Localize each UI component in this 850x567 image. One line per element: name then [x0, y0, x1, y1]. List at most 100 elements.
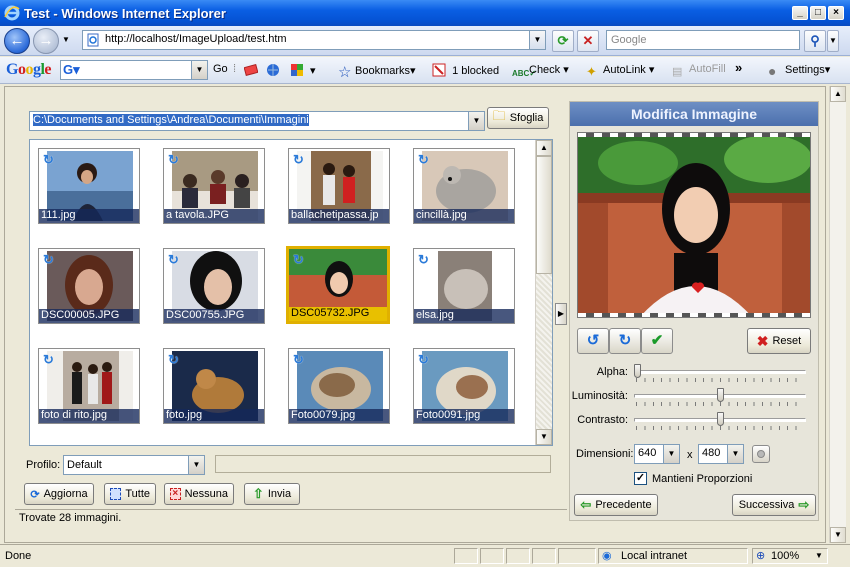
thumbnail-item[interactable]: ↻ Foto0091.jpg	[413, 348, 515, 424]
width-select[interactable]: 640 ▼	[634, 444, 680, 464]
rotate-right-button[interactable]: ↻	[609, 328, 641, 354]
stop-button[interactable]: ✕	[577, 30, 599, 52]
status-cell	[454, 548, 478, 564]
google-search-dropdown-icon[interactable]: ▼	[191, 61, 207, 79]
rotate-icon[interactable]: ↻	[293, 252, 304, 268]
gallery-scrollbar[interactable]: ▲ ▼	[535, 140, 552, 445]
contrast-slider-knob[interactable]	[716, 412, 724, 426]
zoom-dropdown-icon[interactable]: ▼	[815, 551, 823, 560]
search-button[interactable]: ⚲	[804, 30, 826, 52]
thumbnail-item[interactable]: ↻ a tavola.JPG	[163, 148, 265, 224]
rotate-icon[interactable]: ↻	[168, 352, 179, 368]
gallery-scroll-thumb[interactable]	[536, 156, 552, 274]
toolbar-news-icon[interactable]	[244, 63, 261, 77]
alpha-slider-knob[interactable]	[634, 364, 641, 378]
url-dropdown-icon[interactable]: ▼	[529, 31, 545, 49]
page-scrollbar[interactable]: ▲ ▼	[829, 86, 846, 543]
height-dropdown-icon[interactable]: ▼	[727, 445, 743, 463]
keep-proportions-checkbox[interactable]: ✓	[634, 472, 647, 485]
settings-button[interactable]: ● Settings▾	[768, 63, 830, 79]
folder-path-dropdown-icon[interactable]: ▼	[468, 112, 484, 130]
url-input[interactable]: http://localhost/ImageUpload/test.htm ▼	[82, 30, 546, 50]
maximize-button[interactable]: □	[810, 6, 826, 20]
apply-dimensions-button[interactable]	[752, 445, 770, 463]
status-cell	[558, 548, 596, 564]
thumbnail-item[interactable]: ↻ elsa.jpg	[413, 248, 515, 324]
status-cell	[480, 548, 504, 564]
status-cell	[532, 548, 556, 564]
window-titlebar: Test - Windows Internet Explorer _ □ ×	[0, 0, 850, 26]
back-button[interactable]: ←	[4, 28, 30, 54]
folder-icon: 🗀	[492, 108, 506, 123]
zoom-icon: ⊕	[756, 550, 766, 562]
alpha-slider-track[interactable]	[634, 370, 806, 374]
rotate-left-button[interactable]: ↺	[577, 328, 609, 354]
toolbar-puzzle-icon[interactable]: ▾	[290, 63, 316, 77]
next-button[interactable]: Successiva ⇨	[732, 494, 816, 516]
thumbnail-item[interactable]: ↻ Foto0079.jpg	[288, 348, 390, 424]
thumbnail-item[interactable]: ↻ cincillà.jpg	[413, 148, 515, 224]
scroll-up-icon[interactable]: ▲	[536, 140, 552, 156]
thumbnail-gallery[interactable]: ↻ 111.jpg ↻ a tavola.JPG ↻ ballachetipas…	[29, 139, 553, 446]
thumbnail-item[interactable]: ↻ 111.jpg	[38, 148, 140, 224]
reset-button[interactable]: ✖ Reset	[747, 328, 811, 354]
rotate-icon[interactable]: ↻	[43, 352, 54, 368]
rotate-icon[interactable]: ↻	[293, 152, 304, 168]
rotate-icon[interactable]: ↻	[43, 252, 54, 268]
google-go-button[interactable]: Go	[213, 63, 228, 75]
toolbar-overflow-button[interactable]: »	[735, 60, 742, 75]
minimize-button[interactable]: _	[792, 6, 808, 20]
autolink-button[interactable]: ✦ AutoLink ▾	[586, 63, 654, 79]
alpha-label: Alpha:	[596, 366, 628, 378]
thumbnail-item[interactable]: ↻ DSC00005.JPG	[38, 248, 140, 324]
thumbnail-caption: DSC00755.JPG	[164, 309, 264, 323]
thumbnail-item[interactable]: ↻ ballachetipassa.jp	[288, 148, 390, 224]
refresh-list-button[interactable]: ⟳ Aggiorna	[24, 483, 94, 505]
popup-blocker-button[interactable]: 1 blocked	[432, 63, 499, 77]
folder-path-combo[interactable]: C:\Documents and Settings\Andrea\Documen…	[29, 111, 485, 131]
profile-dropdown-icon[interactable]: ▼	[188, 456, 204, 474]
thumbnail-item[interactable]: ↻ foto di rito.jpg	[38, 348, 140, 424]
page-content: C:\Documents and Settings\Andrea\Documen…	[4, 86, 826, 543]
security-zone[interactable]: ◉ Local intranet	[598, 548, 748, 564]
spellcheck-button[interactable]: ABC✓Check ▾	[512, 63, 569, 83]
zoom-control[interactable]: ⊕ 100% ▼	[752, 548, 828, 564]
autofill-button[interactable]: ▤ AutoFill	[672, 63, 726, 79]
height-select[interactable]: 480 ▼	[698, 444, 744, 464]
toolbar-globe-icon[interactable]	[266, 63, 283, 77]
search-options-dropdown[interactable]: ▼	[827, 30, 839, 52]
x-mark-icon: ✖	[756, 332, 769, 349]
thumbnail-item[interactable]: ↻ foto.jpg	[163, 348, 265, 424]
search-input[interactable]: Google	[606, 30, 800, 50]
previous-button[interactable]: ⇦ Precedente	[574, 494, 658, 516]
collapse-panel-button[interactable]: ▶	[555, 303, 567, 325]
apply-button[interactable]: ✔	[641, 328, 673, 354]
width-dropdown-icon[interactable]: ▼	[663, 445, 679, 463]
browse-button[interactable]: 🗀 Sfoglia	[487, 107, 549, 129]
search-placeholder: Google	[611, 34, 647, 46]
bookmarks-button[interactable]: ☆ Bookmarks▾	[338, 63, 416, 81]
rotate-icon[interactable]: ↻	[168, 152, 179, 168]
rotate-icon[interactable]: ↻	[168, 252, 179, 268]
close-button[interactable]: ×	[828, 6, 844, 20]
thumbnail-item-selected[interactable]: ↻ DSC05732.JPG	[286, 246, 390, 324]
page-scroll-down-icon[interactable]: ▼	[830, 527, 846, 543]
select-none-button[interactable]: × Nessuna	[164, 483, 234, 505]
rotate-icon[interactable]: ↻	[43, 152, 54, 168]
refresh-button[interactable]: ⟳	[552, 30, 574, 52]
scroll-down-icon[interactable]: ▼	[536, 429, 552, 445]
rotate-icon[interactable]: ↻	[418, 352, 429, 368]
rotate-icon[interactable]: ↻	[418, 152, 429, 168]
thumbnail-item[interactable]: ↻ DSC00755.JPG	[163, 248, 265, 324]
google-search-input[interactable]: G▾ ▼	[60, 60, 208, 80]
page-scroll-up-icon[interactable]: ▲	[830, 86, 846, 102]
contrast-slider-row: Contrasto:	[570, 412, 820, 432]
history-dropdown-icon[interactable]: ▼	[62, 35, 70, 44]
send-button[interactable]: ⇧ Invia	[244, 483, 300, 505]
rotate-icon[interactable]: ↻	[418, 252, 429, 268]
rotate-icon[interactable]: ↻	[293, 352, 304, 368]
brightness-slider-knob[interactable]	[716, 388, 724, 402]
select-all-button[interactable]: Tutte	[104, 483, 156, 505]
profile-select[interactable]: Default ▼	[63, 455, 205, 475]
forward-button[interactable]: →	[33, 28, 59, 54]
